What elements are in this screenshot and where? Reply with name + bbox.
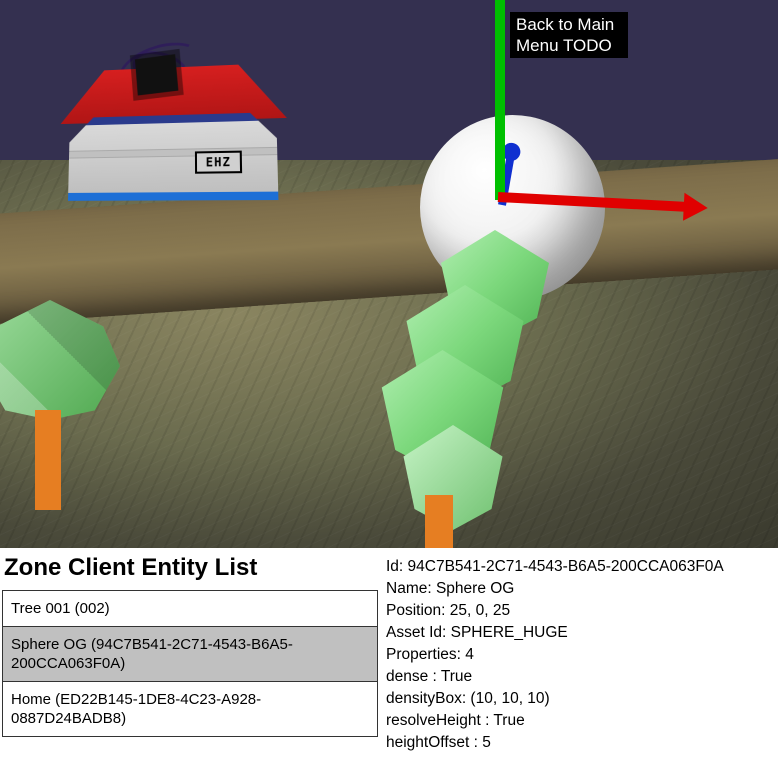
house-sign-label: EHZ	[195, 151, 242, 174]
detail-position: Position: 25, 0, 25	[386, 600, 772, 622]
tree-canopy	[0, 300, 120, 420]
detail-prop-densitybox: densityBox: (10, 10, 10)	[386, 688, 772, 710]
entity-tree[interactable]	[0, 300, 120, 420]
entity-list-item[interactable]: Home (ED22B145-1DE8-4C23-A928-0887D24BAD…	[2, 682, 378, 737]
entity-list-column: Zone Client Entity List Tree 001 (002) S…	[0, 548, 378, 774]
crystal-trunk	[425, 495, 453, 548]
entity-details-column: Id: 94C7B541-2C71-4543-B6A5-200CCA063F0A…	[378, 548, 778, 774]
detail-prop-resolveheight: resolveHeight : True	[386, 710, 772, 732]
detail-prop-heightoffset: heightOffset : 5	[386, 732, 772, 754]
detail-properties-count: Properties: 4	[386, 644, 772, 666]
entity-home[interactable]: EHZ	[59, 57, 290, 201]
tree-trunk	[35, 410, 61, 510]
detail-asset-id: Asset Id: SPHERE_HUGE	[386, 622, 772, 644]
entity-panel: Zone Client Entity List Tree 001 (002) S…	[0, 548, 778, 774]
detail-id: Id: 94C7B541-2C71-4543-B6A5-200CCA063F0A	[386, 556, 772, 578]
house-chimney	[135, 54, 178, 95]
game-viewport[interactable]: EHZ Back to Main Menu TODO	[0, 0, 778, 548]
crystal-cluster	[320, 230, 550, 530]
entity-list-item[interactable]: Sphere OG (94C7B541-2C71-4543-B6A5-200CC…	[2, 627, 378, 682]
panel-title: Zone Client Entity List	[4, 554, 378, 582]
detail-name: Name: Sphere OG	[386, 578, 772, 600]
detail-prop-dense: dense : True	[386, 666, 772, 688]
entity-list-item[interactable]: Tree 001 (002)	[2, 591, 378, 627]
entity-list: Tree 001 (002) Sphere OG (94C7B541-2C71-…	[2, 590, 378, 737]
back-to-main-button[interactable]: Back to Main Menu TODO	[510, 12, 628, 58]
house-body	[68, 112, 278, 201]
gizmo-y-axis[interactable]	[495, 0, 505, 200]
